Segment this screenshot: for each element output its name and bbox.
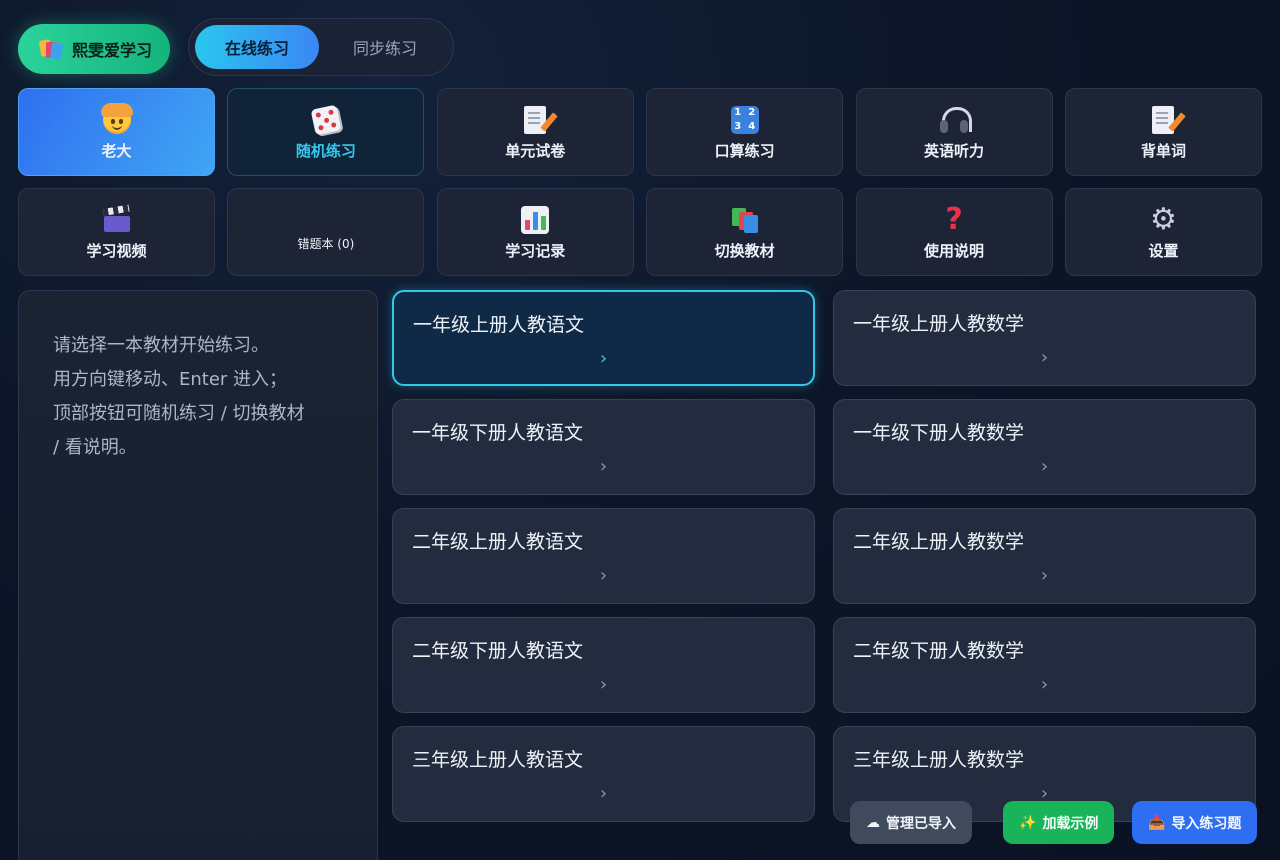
number-pad-digit: 1 bbox=[734, 106, 742, 118]
books-icon bbox=[38, 39, 64, 60]
instruction-line: 用方向键移动、Enter 进入； bbox=[53, 369, 288, 390]
tile-label: 英语听力 bbox=[924, 141, 985, 160]
child-face-icon bbox=[100, 102, 133, 136]
chevron-right-icon: › bbox=[1040, 565, 1049, 586]
number-pad-digit: 2 bbox=[748, 106, 756, 118]
chevron-right-icon: › bbox=[599, 565, 608, 586]
memo-icon bbox=[1152, 104, 1175, 136]
textbook-title: 一年级下册人教数学 bbox=[853, 422, 1025, 444]
tile-label: 老大 bbox=[101, 141, 132, 160]
textbook-card[interactable]: 二年级上册人教语文 › bbox=[392, 508, 815, 604]
chevron-right-icon: › bbox=[1040, 456, 1049, 477]
sparkles-icon: ✨ bbox=[1019, 814, 1037, 831]
mode-tabs: 在线练习 同步练习 bbox=[188, 18, 455, 76]
textbook-title: 二年级下册人教数学 bbox=[853, 640, 1025, 662]
import-exercises-button[interactable]: 📥 导入练习题 bbox=[1132, 801, 1258, 844]
button-label: 加载示例 bbox=[1042, 815, 1099, 832]
action-grid: 老大 随机练习 单元试卷 1 2 3 4 口算练习 英语听力 背单词 学习视频 … bbox=[18, 88, 1262, 276]
tile-label: 随机练习 bbox=[295, 141, 356, 160]
bar-chart-icon bbox=[521, 204, 550, 236]
textbook-title: 二年级下册人教语文 bbox=[412, 640, 584, 662]
tile-label: 学习视频 bbox=[86, 241, 147, 260]
memo-icon bbox=[524, 104, 547, 136]
textbook-card[interactable]: 一年级下册人教数学 › bbox=[833, 399, 1256, 495]
textbook-title: 一年级上册人教语文 bbox=[413, 314, 585, 336]
textbook-title: 三年级上册人教语文 bbox=[412, 749, 584, 771]
textbook-title: 二年级上册人教语文 bbox=[412, 531, 584, 553]
switch-textbook-button[interactable]: 切换教材 bbox=[646, 188, 844, 276]
vocabulary-button[interactable]: 背单词 bbox=[1064, 88, 1262, 176]
unit-test-button[interactable]: 单元试卷 bbox=[436, 88, 634, 176]
textbook-card[interactable]: 二年级上册人教数学 › bbox=[833, 508, 1256, 604]
textbook-card[interactable]: 一年级上册人教数学 › bbox=[833, 290, 1256, 386]
tab-sync-practice[interactable]: 同步练习 bbox=[323, 25, 447, 69]
settings-button[interactable]: ⚙ 设置 bbox=[1064, 188, 1262, 276]
instruction-line: 请选择一本教材开始练习。 bbox=[53, 335, 269, 356]
chevron-right-icon: › bbox=[599, 348, 608, 369]
textbook-card[interactable]: 三年级上册人教语文 › bbox=[392, 726, 815, 822]
textbook-title: 二年级上册人教数学 bbox=[853, 531, 1025, 553]
chevron-right-icon: › bbox=[1040, 347, 1049, 368]
button-label: 导入练习题 bbox=[1171, 815, 1242, 832]
top-bar: 熙雯爱学习 在线练习 同步练习 bbox=[18, 18, 455, 76]
textbook-list: 一年级上册人教语文 › 一年级上册人教数学 › 一年级下册人教语文 › 一年级下… bbox=[392, 290, 1256, 822]
tile-label: 单元试卷 bbox=[505, 141, 566, 160]
dice-icon bbox=[310, 104, 342, 136]
tab-online-practice[interactable]: 在线练习 bbox=[195, 25, 320, 69]
number-pad-digit: 3 bbox=[734, 120, 742, 132]
load-sample-button[interactable]: ✨ 加载示例 bbox=[1003, 801, 1115, 844]
mistake-book-button[interactable]: 错题本 (0) bbox=[227, 188, 425, 276]
mental-math-button[interactable]: 1 2 3 4 口算练习 bbox=[646, 88, 844, 176]
tile-label: 使用说明 bbox=[924, 241, 985, 260]
tile-label: 背单词 bbox=[1140, 141, 1186, 160]
brand-button[interactable]: 熙雯爱学习 bbox=[18, 24, 171, 74]
textbook-card[interactable]: 一年级上册人教语文 › bbox=[392, 290, 815, 386]
study-record-button[interactable]: 学习记录 bbox=[436, 188, 634, 276]
chevron-right-icon: › bbox=[599, 456, 608, 477]
tile-label: 切换教材 bbox=[714, 241, 775, 260]
brand-label: 熙雯爱学习 bbox=[72, 41, 153, 60]
chevron-right-icon: › bbox=[599, 674, 608, 695]
tile-label: 错题本 (0) bbox=[297, 236, 355, 251]
tile-label: 口算练习 bbox=[714, 141, 775, 160]
textbook-card[interactable]: 一年级下册人教语文 › bbox=[392, 399, 815, 495]
instruction-line: 顶部按钮可随机练习 / 切换教材 bbox=[53, 403, 305, 424]
app-root: 熙雯爱学习 在线练习 同步练习 老大 随机练习 单元试卷 1 2 3 4 口算练… bbox=[0, 0, 1280, 860]
instructions-button[interactable]: ? 使用说明 bbox=[855, 188, 1053, 276]
inbox-tray-icon: 📥 bbox=[1148, 814, 1166, 831]
cloud-icon: ☁ bbox=[866, 814, 880, 831]
number-pad-icon: 1 2 3 4 bbox=[730, 104, 759, 136]
number-pad-digit: 4 bbox=[748, 120, 756, 132]
question-mark-icon: ? bbox=[945, 201, 963, 237]
study-video-button[interactable]: 学习视频 bbox=[18, 188, 215, 276]
textbook-title: 一年级下册人教语文 bbox=[412, 422, 584, 444]
gear-icon: ⚙ bbox=[1150, 201, 1177, 237]
tile-label: 学习记录 bbox=[505, 241, 566, 260]
random-practice-button[interactable]: 随机练习 bbox=[227, 88, 425, 176]
headphones-icon bbox=[940, 104, 973, 136]
textbook-title: 三年级上册人教数学 bbox=[853, 749, 1025, 771]
english-listening-button[interactable]: 英语听力 bbox=[855, 88, 1053, 176]
button-label: 管理已导入 bbox=[886, 815, 956, 832]
clapper-icon bbox=[103, 204, 130, 236]
tile-label: 设置 bbox=[1148, 241, 1179, 260]
textbook-card[interactable]: 二年级下册人教语文 › bbox=[392, 617, 815, 713]
textbook-title: 一年级上册人教数学 bbox=[853, 313, 1025, 335]
manage-imported-button[interactable]: ☁ 管理已导入 bbox=[850, 801, 972, 844]
books-icon bbox=[731, 204, 759, 236]
instruction-line: / 看说明。 bbox=[53, 437, 137, 458]
textbook-card[interactable]: 二年级下册人教数学 › bbox=[833, 617, 1256, 713]
chevron-right-icon: › bbox=[599, 783, 608, 804]
instructions-panel: 请选择一本教材开始练习。 用方向键移动、Enter 进入； 顶部按钮可随机练习 … bbox=[18, 290, 378, 860]
chevron-right-icon: › bbox=[1040, 674, 1049, 695]
profile-button[interactable]: 老大 bbox=[18, 88, 215, 176]
